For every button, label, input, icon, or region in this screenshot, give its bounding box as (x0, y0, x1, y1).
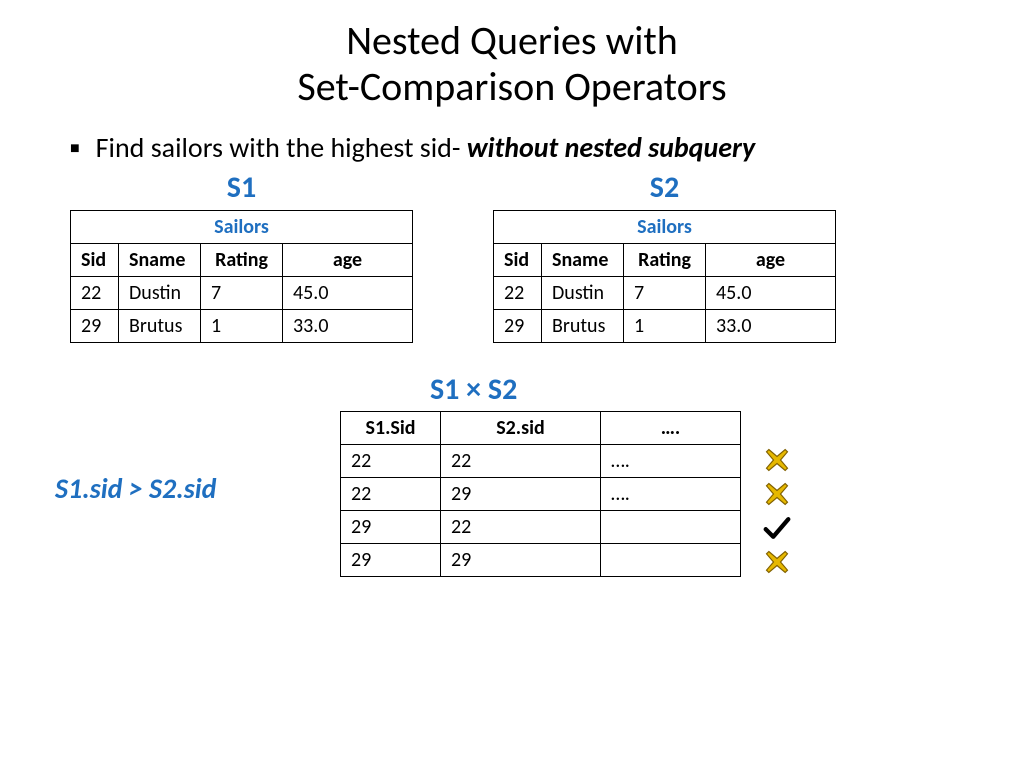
p-h2: …. (601, 412, 741, 445)
s1-header-row: Sid Sname Rating age (71, 244, 413, 277)
cell: 22 (71, 277, 119, 310)
cell: …. (601, 478, 741, 511)
cell: Dustin (119, 277, 201, 310)
bullet-item: ■ Find sailors with the highest sid- wit… (0, 130, 1024, 165)
table-row: 22 22 …. (341, 445, 741, 478)
cell: 33.0 (706, 310, 836, 343)
product-label: S1 × S2 (430, 371, 517, 408)
cell: 45.0 (706, 277, 836, 310)
cross-icon (760, 545, 794, 579)
s1-block: S1 Sailors Sid Sname Rating age 22 Dusti… (70, 169, 413, 343)
cell: 22 (441, 445, 601, 478)
bullet-text: Find sailors with the highest sid- witho… (96, 130, 756, 165)
cell: 22 (341, 478, 441, 511)
cell: …. (601, 445, 741, 478)
cell: 29 (341, 511, 441, 544)
s2-h0: Sid (494, 244, 542, 277)
s2-caption: Sailors (494, 211, 836, 244)
s2-table: Sailors Sid Sname Rating age 22 Dustin 7… (493, 210, 836, 343)
cell: 33.0 (283, 310, 413, 343)
s1-h3: age (283, 244, 413, 277)
cell: Brutus (542, 310, 624, 343)
marks-column (760, 443, 794, 579)
bullet-prefix: Find sailors with the highest sid- (96, 130, 467, 165)
cell: 1 (624, 310, 706, 343)
cell: 29 (71, 310, 119, 343)
cell (601, 511, 741, 544)
table-row: 29 Brutus 1 33.0 (494, 310, 836, 343)
table-row: 29 Brutus 1 33.0 (71, 310, 413, 343)
table-row: 22 29 …. (341, 478, 741, 511)
cell: 22 (494, 277, 542, 310)
s2-header-row: Sid Sname Rating age (494, 244, 836, 277)
cross-icon (760, 443, 794, 477)
table-row: 22 Dustin 7 45.0 (494, 277, 836, 310)
cell: 1 (201, 310, 283, 343)
p-h1: S2.sid (441, 412, 601, 445)
condition-text: S1.sid > S2.sid (55, 471, 216, 506)
cell: 29 (494, 310, 542, 343)
table-row: 29 29 (341, 544, 741, 577)
cell: 22 (341, 445, 441, 478)
tables-row: S1 Sailors Sid Sname Rating age 22 Dusti… (0, 169, 1024, 343)
s2-block: S2 Sailors Sid Sname Rating age 22 Dusti… (493, 169, 836, 343)
cell: 7 (624, 277, 706, 310)
s1-label: S1 (70, 169, 413, 206)
product-table: S1.Sid S2.sid …. 22 22 …. 22 29 …. 29 22… (340, 411, 741, 577)
s2-h1: Sname (542, 244, 624, 277)
bullet-emphasis: without nested subquery (467, 130, 755, 165)
p-h0: S1.Sid (341, 412, 441, 445)
cell: 29 (341, 544, 441, 577)
s1-table: Sailors Sid Sname Rating age 22 Dustin 7… (70, 210, 413, 343)
bullet-marker: ■ (70, 139, 80, 158)
cell: Dustin (542, 277, 624, 310)
title-line2: Set-Comparison Operators (297, 62, 726, 111)
s2-label: S2 (493, 169, 836, 206)
cell (601, 544, 741, 577)
table-row: 22 Dustin 7 45.0 (71, 277, 413, 310)
check-icon (760, 511, 794, 545)
cell: 22 (441, 511, 601, 544)
cross-icon (760, 477, 794, 511)
title-line1: Nested Queries with (346, 16, 678, 65)
slide-title: Nested Queries with Set-Comparison Opera… (0, 0, 1024, 110)
s1-h1: Sname (119, 244, 201, 277)
cell: 29 (441, 544, 601, 577)
s1-h2: Rating (201, 244, 283, 277)
product-header-row: S1.Sid S2.sid …. (341, 412, 741, 445)
s1-caption: Sailors (71, 211, 413, 244)
cell: 29 (441, 478, 601, 511)
s2-h2: Rating (624, 244, 706, 277)
s2-h3: age (706, 244, 836, 277)
cell: 45.0 (283, 277, 413, 310)
cell: Brutus (119, 310, 201, 343)
cell: 7 (201, 277, 283, 310)
s1-h0: Sid (71, 244, 119, 277)
table-row: 29 22 (341, 511, 741, 544)
